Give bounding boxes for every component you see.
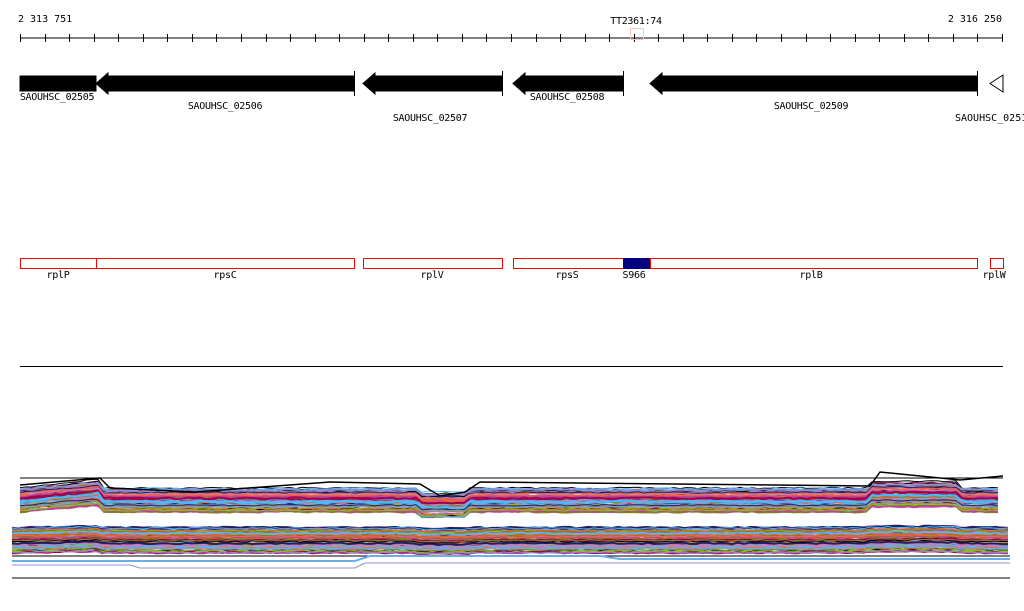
genome-browser-canvas — [11, 28, 1010, 579]
gene-arrow — [649, 71, 978, 96]
gene-label[interactable]: SAOUHSC_02509 — [774, 101, 849, 112]
feature-box — [990, 258, 1004, 269]
expression-profile-line — [12, 562, 1010, 569]
feature-box — [623, 258, 651, 269]
gene-label[interactable]: SAOUHSC_02508 — [530, 92, 605, 103]
gene-arrow — [19, 75, 97, 92]
expression-profile-line — [12, 555, 1010, 562]
feature-label[interactable]: rplP — [47, 270, 70, 281]
gene-arrow — [989, 74, 1004, 93]
gene-label[interactable]: SAOUHSC_02506 — [188, 101, 263, 112]
gene-label[interactable]: SAOUHSC_02507 — [393, 113, 468, 124]
feature-label[interactable]: S966 — [623, 270, 646, 281]
feature-box — [513, 258, 624, 269]
feature-label[interactable]: rplV — [421, 270, 444, 281]
ruler-start-label: 2 313 751 — [18, 14, 73, 25]
gene-arrow — [362, 71, 503, 96]
feature-box — [650, 258, 978, 269]
feature-box — [20, 258, 97, 269]
feature-label[interactable]: rplB — [800, 270, 823, 281]
gene-arrow — [512, 71, 624, 96]
feature-box — [363, 258, 503, 269]
feature-label[interactable]: rplW — [983, 270, 1006, 281]
ruler-end-label: 2 316 250 — [947, 14, 1002, 25]
gene-arrow — [95, 71, 355, 96]
feature-label[interactable]: rpsS — [556, 270, 579, 281]
gene-label[interactable]: SAOUHSC_0251 — [955, 113, 1024, 124]
feature-box — [96, 258, 355, 269]
gene-label[interactable]: SAOUHSC_02505 — [20, 92, 95, 103]
feature-label[interactable]: rpsC — [214, 270, 237, 281]
ruler-marker-label[interactable]: TT2361:74 — [610, 16, 662, 27]
